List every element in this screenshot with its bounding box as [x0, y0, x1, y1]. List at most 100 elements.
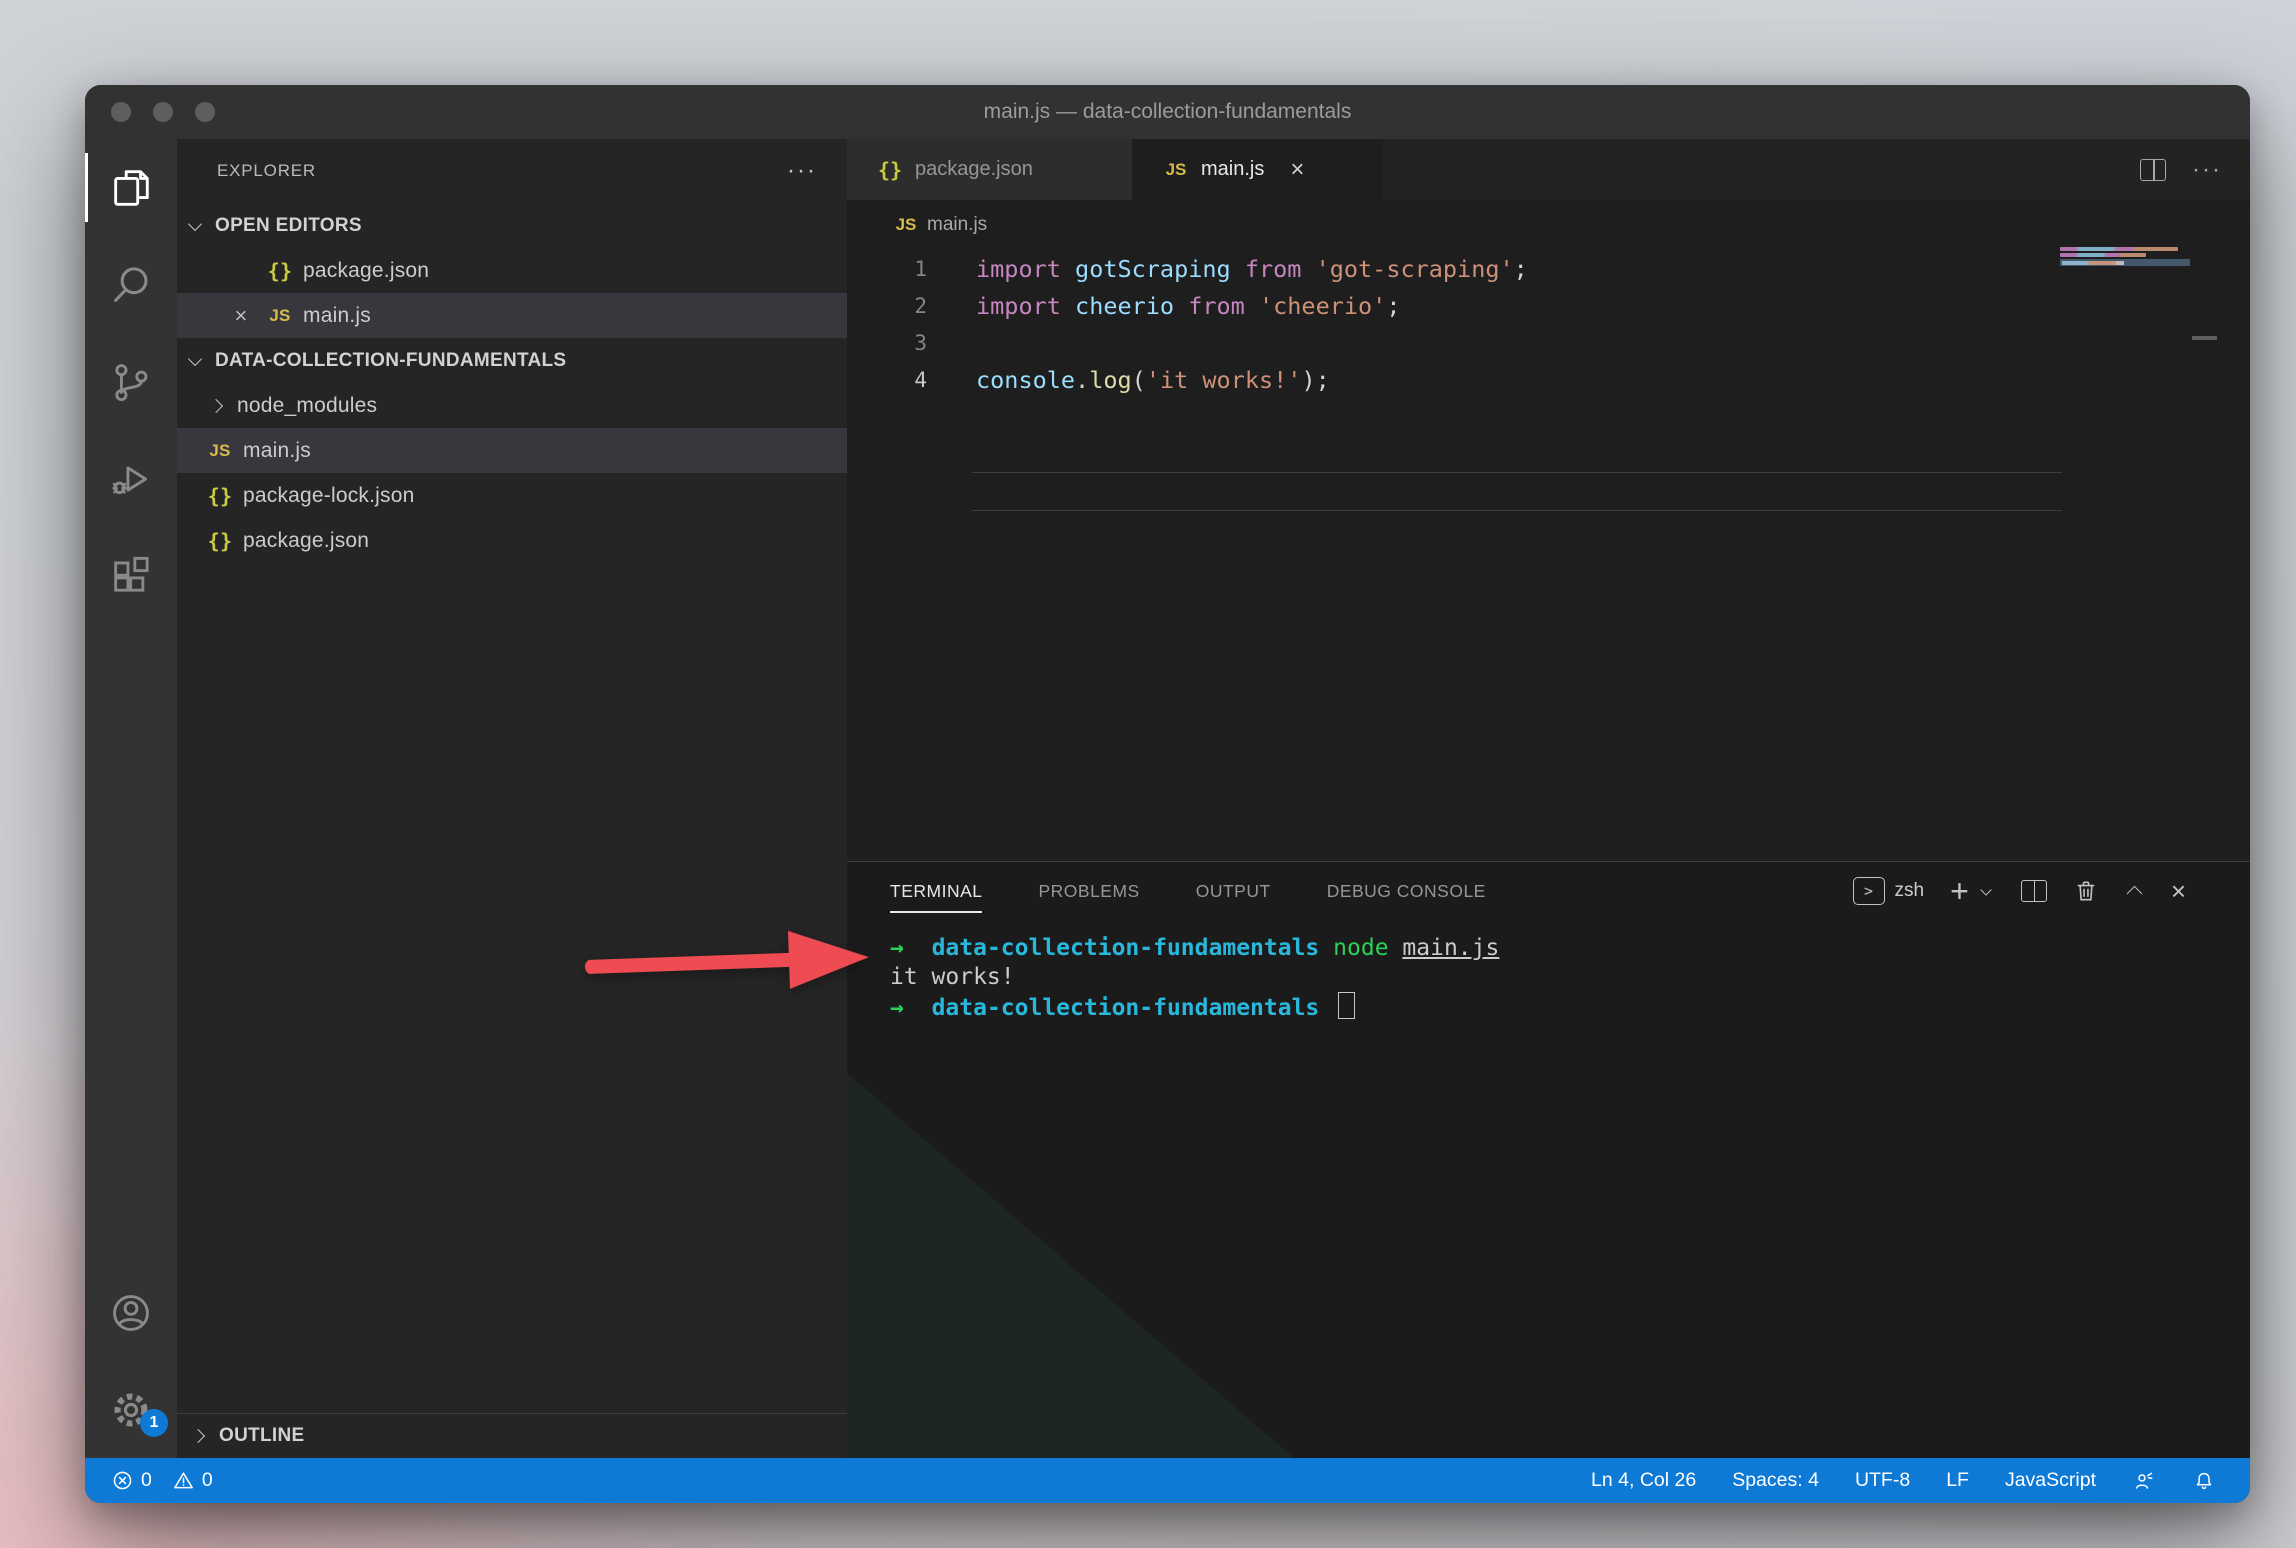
terminal-line: → data-collection-fundamentals node main…: [890, 934, 1499, 963]
section-workspace[interactable]: DATA-COLLECTION-FUNDAMENTALS: [177, 338, 847, 383]
more-actions-icon[interactable]: ···: [2192, 165, 2222, 175]
split-terminal-icon[interactable]: [2021, 880, 2047, 902]
traffic-lights: [111, 102, 215, 122]
accounts-button[interactable]: [85, 1264, 177, 1361]
vscode-window: main.js — data-collection-fundamentals: [85, 85, 2250, 1503]
tab-debug-console[interactable]: DEBUG CONSOLE: [1327, 881, 1486, 902]
tree-item-node-modules[interactable]: node_modules: [177, 383, 847, 428]
sidebar-item-search[interactable]: [85, 236, 177, 333]
zoom-window-button[interactable]: [195, 102, 215, 122]
extensions-icon: [108, 553, 154, 599]
terminal-panel: TERMINAL PROBLEMS OUTPUT DEBUG CONSOLE >…: [847, 861, 2250, 1458]
indentation[interactable]: Spaces: 4: [1732, 1469, 1819, 1492]
status-bar: 0 0 Ln 4, Col 26 Spaces: 4 UTF-8 LF Java…: [85, 1458, 2250, 1503]
account-icon: [108, 1290, 154, 1336]
close-icon[interactable]: ×: [1290, 160, 1304, 180]
json-file-icon: {}: [267, 259, 293, 283]
warnings-indicator[interactable]: 0: [172, 1469, 213, 1492]
editor-actions: ···: [2140, 139, 2222, 200]
warning-count: 0: [202, 1469, 213, 1492]
sidebar-header: EXPLORER ···: [177, 139, 847, 203]
more-actions-icon[interactable]: ···: [787, 166, 817, 176]
notifications-bell-icon[interactable]: [2192, 1469, 2216, 1493]
editor-tab-bar: {} package.json JS main.js × ···: [847, 139, 2250, 200]
chevron-down-icon: [185, 215, 207, 237]
files-icon: [108, 165, 154, 211]
search-icon: [108, 262, 154, 308]
terminal-shell-icon: >: [1853, 877, 1885, 905]
code-line[interactable]: 2 import cheerio from 'cheerio';: [847, 287, 2250, 324]
code-text: console.log('it works!');: [976, 366, 1330, 394]
git-branch-icon: [108, 359, 154, 405]
open-editor-package-json[interactable]: {} package.json: [177, 248, 847, 293]
tree-item-label: package.json: [243, 529, 369, 553]
code-area[interactable]: 1 import gotScraping from 'got-scraping'…: [847, 250, 2250, 398]
language-mode[interactable]: JavaScript: [2005, 1469, 2096, 1492]
js-file-icon: JS: [267, 306, 293, 326]
open-editor-main-js[interactable]: × JS main.js: [177, 293, 847, 338]
annotation-arrow: [582, 916, 877, 1008]
line-number: 4: [847, 368, 927, 392]
tab-output[interactable]: OUTPUT: [1196, 881, 1271, 902]
section-outline[interactable]: OUTLINE: [177, 1413, 847, 1458]
tree-item-package-lock-json[interactable]: {} package-lock.json: [177, 473, 847, 518]
tab-main-js[interactable]: JS main.js ×: [1133, 139, 1383, 200]
sidebar-item-extensions[interactable]: [85, 527, 177, 624]
debug-play-bug-icon: [108, 456, 154, 502]
close-window-button[interactable]: [111, 102, 131, 122]
close-panel-icon[interactable]: ×: [2171, 881, 2186, 901]
sidebar-item-explorer[interactable]: [85, 139, 177, 236]
json-file-icon: {}: [207, 484, 233, 508]
tree-item-label: node_modules: [237, 394, 377, 418]
encoding[interactable]: UTF-8: [1855, 1469, 1910, 1492]
minimize-window-button[interactable]: [153, 102, 173, 122]
json-file-icon: {}: [207, 529, 233, 553]
maximize-panel-icon[interactable]: [2125, 881, 2145, 901]
code-line[interactable]: 1 import gotScraping from 'got-scraping'…: [847, 250, 2250, 287]
code-line[interactable]: 4 console.log('it works!');: [847, 361, 2250, 398]
section-open-editors[interactable]: OPEN EDITORS: [177, 203, 847, 248]
warning-icon: [172, 1469, 195, 1492]
split-editor-icon[interactable]: [2140, 159, 2166, 181]
sidebar-title: EXPLORER: [217, 161, 316, 181]
close-icon[interactable]: ×: [229, 303, 253, 329]
breadcrumb[interactable]: JS main.js: [847, 200, 2250, 250]
kill-terminal-icon[interactable]: [2073, 878, 2099, 904]
terminal-toolbar: > zsh + ×: [1853, 862, 2186, 920]
tab-package-json[interactable]: {} package.json: [847, 139, 1133, 200]
explorer-sidebar: EXPLORER ··· OPEN EDITORS {} package.jso…: [177, 139, 847, 1458]
problems-indicator[interactable]: 0: [111, 1469, 152, 1492]
js-file-icon: JS: [893, 215, 919, 235]
current-line-highlight: [972, 472, 2062, 511]
feedback-icon[interactable]: [2132, 1469, 2156, 1493]
chevron-right-icon: [207, 395, 229, 417]
breadcrumb-file: main.js: [927, 214, 987, 236]
sidebar-item-source-control[interactable]: [85, 333, 177, 430]
editor-group: {} package.json JS main.js × ··· JS main…: [847, 139, 2250, 861]
tab-terminal[interactable]: TERMINAL: [890, 881, 982, 902]
sidebar-item-run-debug[interactable]: [85, 430, 177, 527]
terminal-line: it works!: [890, 963, 1499, 992]
line-number: 3: [847, 331, 927, 355]
code-line[interactable]: 3: [847, 324, 2250, 361]
titlebar[interactable]: main.js — data-collection-fundamentals: [85, 85, 2250, 139]
line-number: 2: [847, 294, 927, 318]
tree-item-main-js[interactable]: JS main.js: [177, 428, 847, 473]
shell-name[interactable]: zsh: [1895, 880, 1925, 902]
new-terminal-icon[interactable]: +: [1950, 881, 1969, 901]
tab-label: main.js: [1201, 158, 1264, 181]
open-editor-label: main.js: [303, 304, 371, 328]
tree-item-package-json[interactable]: {} package.json: [177, 518, 847, 563]
eol-sequence[interactable]: LF: [1946, 1469, 1969, 1492]
settings-badge: 1: [140, 1409, 168, 1437]
window-title: main.js — data-collection-fundamentals: [85, 85, 2250, 139]
terminal-output[interactable]: → data-collection-fundamentals node main…: [890, 934, 1499, 1023]
terminal-dropdown-icon[interactable]: [1979, 883, 1995, 899]
activity-bar: 1: [85, 139, 177, 1458]
settings-button[interactable]: 1: [85, 1361, 177, 1458]
tree-item-label: main.js: [243, 439, 311, 463]
tab-problems[interactable]: PROBLEMS: [1038, 881, 1139, 902]
tab-label: package.json: [915, 158, 1033, 181]
terminal-line: → data-collection-fundamentals: [890, 992, 1499, 1023]
cursor-position[interactable]: Ln 4, Col 26: [1591, 1469, 1696, 1492]
